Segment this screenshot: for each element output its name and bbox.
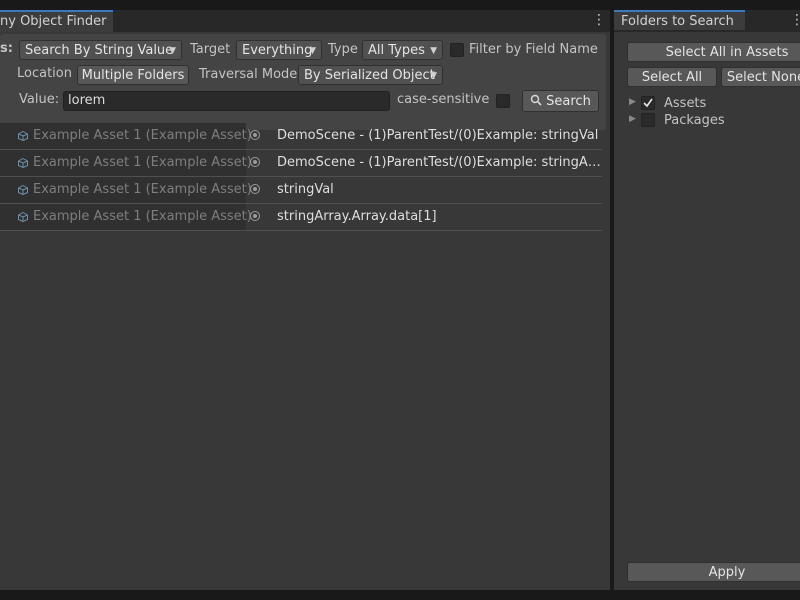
type-chevron-down-icon: ▼ bbox=[430, 46, 437, 56]
asset-cube-icon bbox=[18, 131, 28, 141]
case-sensitive-checkbox[interactable] bbox=[496, 94, 510, 108]
target-label: Target bbox=[190, 42, 231, 57]
case-sensitive-label: case-sensitive bbox=[397, 92, 490, 107]
assets-checkbox[interactable] bbox=[641, 96, 655, 110]
value-input[interactable]: lorem bbox=[63, 91, 390, 111]
result-asset-field[interactable]: Example Asset 1 (Example Asset) bbox=[0, 177, 252, 203]
result-row[interactable]: Example Asset 1 (Example Asset) DemoScen… bbox=[0, 123, 602, 150]
select-all-in-assets-button[interactable]: Select All in Assets bbox=[627, 42, 800, 62]
tab-object-finder-label: ny Object Finder bbox=[0, 14, 107, 29]
filter-field-label: Filter by Field Name bbox=[469, 42, 598, 57]
result-row[interactable]: Example Asset 1 (Example Asset) stringAr… bbox=[0, 204, 602, 231]
left-kebab-menu-icon[interactable]: ⋮ bbox=[592, 12, 606, 28]
ping-target-icon[interactable] bbox=[250, 211, 260, 221]
folder-assets-label: Assets bbox=[664, 96, 707, 111]
search-icon bbox=[530, 94, 542, 106]
ping-target-icon[interactable] bbox=[250, 157, 260, 167]
result-path: DemoScene - (1)ParentTest/(0)Example: st… bbox=[277, 128, 599, 143]
packages-checkbox[interactable] bbox=[641, 113, 655, 127]
target-chevron-down-icon: ▼ bbox=[309, 46, 316, 56]
search-button[interactable]: Search bbox=[522, 90, 599, 112]
result-asset-name: Example Asset 1 (Example Asset) bbox=[33, 155, 252, 170]
traversal-mode-value: By Serialized Object bbox=[304, 68, 435, 83]
ping-target-icon[interactable] bbox=[250, 130, 260, 140]
traversal-mode-dropdown[interactable]: By Serialized Object ▼ bbox=[298, 65, 443, 85]
result-path: DemoScene - (1)ParentTest/(0)Example: st… bbox=[277, 155, 602, 170]
folder-packages-label: Packages bbox=[664, 113, 725, 128]
type-value: All Types bbox=[368, 43, 425, 58]
search-mode-chevron-down-icon: ▼ bbox=[169, 46, 176, 56]
type-dropdown[interactable]: All Types ▼ bbox=[362, 40, 443, 60]
result-path: stringVal bbox=[277, 182, 334, 197]
assets-expand-arrow-icon[interactable]: ▶ bbox=[629, 97, 636, 107]
target-dropdown[interactable]: Everything ▼ bbox=[236, 40, 322, 60]
checkmark-icon bbox=[643, 98, 653, 108]
result-path: stringArray.Array.data[1] bbox=[277, 209, 437, 224]
search-toolbar: s: Search By String Value ▼ Target Every… bbox=[0, 34, 606, 130]
right-kebab-menu-icon[interactable]: ⋮ bbox=[790, 12, 800, 28]
result-row[interactable]: Example Asset 1 (Example Asset) stringVa… bbox=[0, 177, 602, 204]
tab-folders-label: Folders to Search bbox=[621, 14, 734, 29]
asset-cube-icon bbox=[18, 185, 28, 195]
search-mode-value: Search By String Value bbox=[25, 43, 174, 58]
search-mode-label: s: bbox=[0, 41, 13, 56]
folders-panel: Folders to Search ⋮ Select All in Assets… bbox=[614, 10, 800, 590]
asset-cube-icon bbox=[18, 158, 28, 168]
filter-field-checkbox[interactable] bbox=[450, 43, 464, 57]
tab-folders-to-search[interactable]: Folders to Search bbox=[614, 10, 745, 30]
result-asset-field[interactable]: Example Asset 1 (Example Asset) bbox=[0, 123, 252, 149]
result-asset-name: Example Asset 1 (Example Asset) bbox=[33, 128, 252, 143]
packages-expand-arrow-icon[interactable]: ▶ bbox=[629, 114, 636, 124]
left-tab-bar: ny Object Finder ⋮ bbox=[0, 10, 610, 32]
result-asset-field[interactable]: Example Asset 1 (Example Asset) bbox=[0, 150, 252, 176]
multiple-folders-button[interactable]: Multiple Folders bbox=[77, 65, 189, 85]
select-none-button[interactable]: Select None bbox=[721, 67, 800, 87]
right-tab-bar: Folders to Search ⋮ bbox=[614, 10, 800, 32]
value-label: Value: bbox=[19, 92, 60, 107]
result-asset-name: Example Asset 1 (Example Asset) bbox=[33, 209, 252, 224]
ping-target-icon[interactable] bbox=[250, 184, 260, 194]
traversal-chevron-down-icon: ▼ bbox=[430, 71, 437, 81]
tab-object-finder[interactable]: ny Object Finder bbox=[0, 10, 113, 32]
result-row[interactable]: Example Asset 1 (Example Asset) DemoScen… bbox=[0, 150, 602, 177]
result-asset-name: Example Asset 1 (Example Asset) bbox=[33, 182, 252, 197]
result-asset-field[interactable]: Example Asset 1 (Example Asset) bbox=[0, 204, 252, 230]
location-label: Location bbox=[17, 66, 72, 81]
search-button-label: Search bbox=[546, 94, 591, 109]
search-mode-dropdown[interactable]: Search By String Value ▼ bbox=[19, 40, 182, 60]
asset-cube-icon bbox=[18, 212, 28, 222]
target-value: Everything bbox=[242, 43, 313, 58]
select-all-button[interactable]: Select All bbox=[627, 67, 717, 87]
type-label: Type bbox=[328, 42, 358, 57]
traversal-mode-label: Traversal Mode bbox=[199, 67, 298, 82]
object-finder-panel: ny Object Finder ⋮ s: Search By String V… bbox=[0, 10, 610, 590]
apply-button[interactable]: Apply bbox=[627, 562, 800, 582]
